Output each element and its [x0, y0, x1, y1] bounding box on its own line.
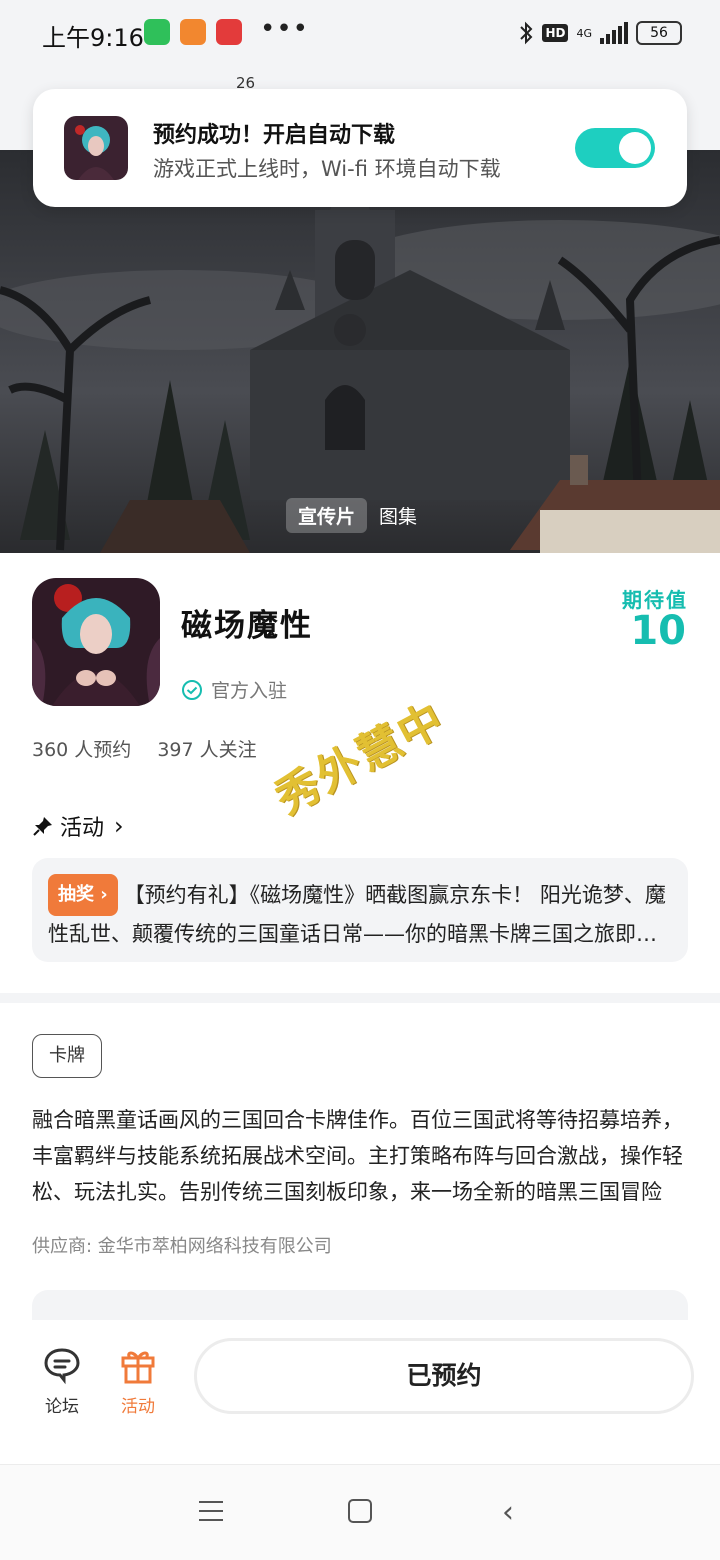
- activity-section-header[interactable]: 活动 ›: [32, 810, 124, 842]
- reserved-button[interactable]: 已预约: [194, 1338, 694, 1414]
- watermark-text: 秀外慧中: [267, 693, 454, 825]
- status-time: 上午9:16: [42, 24, 144, 52]
- official-badge: 官方入驻: [181, 676, 287, 703]
- tab-promo-video[interactable]: 宣传片: [286, 497, 368, 533]
- auto-download-toggle[interactable]: [575, 128, 655, 168]
- tab-gallery[interactable]: 图集: [367, 498, 429, 533]
- section-divider: [0, 993, 720, 1003]
- bluetooth-icon: [520, 21, 533, 45]
- recent-apps-icon[interactable]: [199, 1501, 223, 1523]
- game-description[interactable]: 融合暗黑童话画风的三国回合卡牌佳作。百位三国武将等待招募培养，丰富羁绊与技能系统…: [32, 1102, 688, 1210]
- pin-icon: [33, 817, 52, 836]
- media-tabs: 宣传片 图集: [286, 497, 429, 533]
- news-app-icon: [216, 19, 242, 45]
- lottery-badge: 抽奖 ›: [48, 874, 118, 916]
- activity-description: 【预约有礼】《磁场魔性》晒截图赢京东卡！ 阳光诡梦、魔性乱世、颠覆传统的三国童话…: [48, 883, 666, 946]
- game-stats: 360 人预约 397 人关注: [32, 735, 257, 762]
- status-indicators: HD 4G 56: [518, 18, 682, 48]
- forum-label: 论坛: [45, 1397, 79, 1417]
- battery-icon: 56: [636, 21, 682, 45]
- forum-button[interactable]: 论坛: [32, 1344, 92, 1417]
- supplier-info: 供应商: 金华市萃柏网络科技有限公司: [32, 1236, 332, 1257]
- activity-card[interactable]: 抽奖 › 【预约有礼】《磁场魔性》晒截图赢京东卡！ 阳光诡梦、魔性乱世、颠覆传统的…: [32, 858, 688, 962]
- official-label: 官方入驻: [211, 680, 288, 702]
- signal-icon: [600, 22, 628, 44]
- genre-tag[interactable]: 卡牌: [32, 1034, 102, 1078]
- more-notifications-icon: •••: [260, 14, 310, 44]
- home-icon[interactable]: [348, 1499, 372, 1523]
- follower-count: 397 人关注: [157, 739, 257, 761]
- activity-label: 活动: [121, 1397, 155, 1417]
- toast-game-icon: [64, 116, 128, 180]
- gift-icon: [121, 1351, 155, 1384]
- chevron-right-icon: ›: [114, 812, 124, 840]
- reservation-count: 360 人预约: [32, 739, 132, 761]
- wechat-icon: [144, 19, 170, 45]
- hd-badge: HD: [542, 24, 569, 42]
- expectation-value: 10: [630, 608, 686, 654]
- status-bar: 上午9:16 ••• HD 4G 56: [0, 0, 720, 66]
- promo-banner[interactable]: [0, 150, 720, 553]
- game-icon: [32, 578, 160, 706]
- activity-heading: 活动: [60, 816, 105, 841]
- activity-text-block: 抽奖 › 【预约有礼】《磁场魔性》晒截图赢京东卡！ 阳光诡梦、魔性乱世、颠覆传统的…: [48, 874, 672, 946]
- network-label: 4G: [576, 26, 592, 40]
- toast-title: 预约成功！开启自动下载: [153, 123, 396, 148]
- lottery-badge-label: 抽奖: [58, 884, 94, 905]
- toggle-knob: [619, 132, 651, 164]
- forum-icon: [44, 1348, 80, 1385]
- activity-button[interactable]: 活动: [108, 1344, 168, 1417]
- system-back-icon[interactable]: ‹: [502, 1495, 514, 1530]
- reservation-success-toast: 预约成功！开启自动下载 游戏正式上线时，Wi-fi 环境自动下载: [33, 89, 687, 207]
- system-nav-bar: ‹: [0, 1464, 720, 1560]
- app-page: 上午9:16 ••• HD 4G 56 ‹ 26: [0, 0, 720, 1560]
- banner-artwork: [0, 150, 720, 553]
- game-title: 磁场魔性: [181, 608, 313, 644]
- verified-check-icon: [182, 679, 202, 700]
- bottom-action-bar: 论坛 活动 已预约: [0, 1320, 720, 1466]
- taobao-icon: [180, 19, 206, 45]
- toast-subtitle: 游戏正式上线时，Wi-fi 环境自动下载: [153, 157, 501, 181]
